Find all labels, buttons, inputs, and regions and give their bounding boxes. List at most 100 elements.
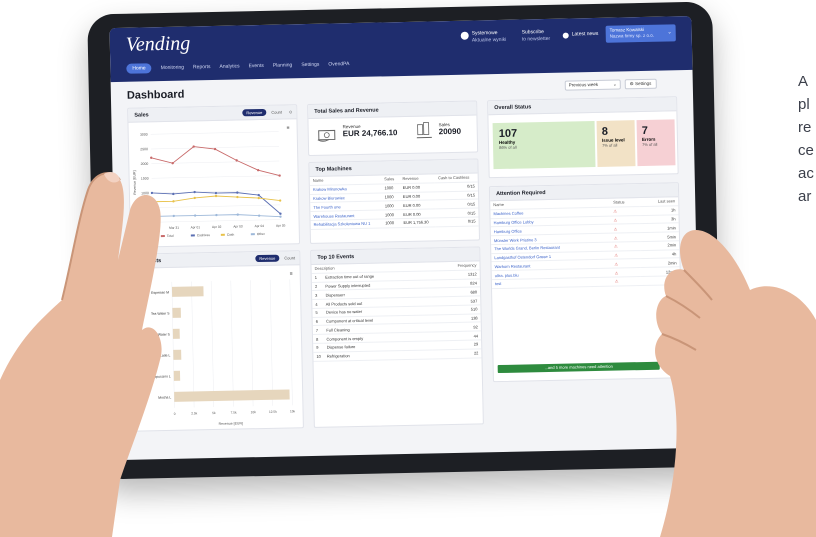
bar[interactable] (172, 328, 180, 339)
bar[interactable] (172, 307, 181, 318)
event-rank: 1 (311, 273, 323, 283)
products-icon (414, 120, 434, 140)
nav-home[interactable]: Home (126, 63, 152, 74)
x-tick-label: Apr 03 (233, 224, 243, 228)
legend-swatch (190, 234, 195, 237)
nav-events[interactable]: Events (248, 63, 263, 69)
overall-status-header: Overall Status (488, 97, 677, 116)
data-point (278, 199, 282, 202)
bar[interactable] (173, 349, 182, 360)
nav-analytics[interactable]: Analytics (219, 63, 239, 69)
bell-icon (562, 32, 569, 39)
toggle-count[interactable]: Count (282, 254, 297, 261)
legend-label[interactable]: Cash (227, 233, 235, 237)
top-machines-table: Name Sales Revenue Cash to Cashless Krak… (309, 173, 479, 230)
user-company: Nazwa firmy sp. z o.o. (609, 32, 655, 39)
gridline (152, 219, 281, 223)
legend-label[interactable]: Other (257, 232, 266, 236)
event-rank: 4 (312, 299, 323, 309)
machine-sales: 1000 (382, 218, 401, 228)
gridline (289, 279, 293, 406)
legend-swatch (250, 233, 255, 236)
event-rank: 8 (312, 334, 324, 344)
app-logo[interactable]: Vending (126, 32, 191, 56)
chart-menu-icon[interactable]: ≡ (287, 125, 290, 131)
header-subscribe-item[interactable]: Subscribe to newsletter (522, 29, 551, 44)
event-description: Refrigeration (323, 349, 433, 361)
overall-status-card: Overall Status 107 Healthy 86% of all 8 … (487, 96, 679, 179)
gridline (269, 279, 274, 406)
data-point (172, 214, 175, 218)
machine-revenue: EUR 1,756.30 (400, 217, 437, 228)
machine-name[interactable]: test (491, 277, 612, 289)
nav-monitoring[interactable]: Monitoring (161, 65, 184, 71)
machine-sales: 1000 (381, 200, 401, 211)
top-events-card: Top 10 Events Description Frequency 1 Ext… (310, 246, 484, 428)
event-frequency: 22 (432, 348, 482, 359)
x-tick-label: Apr 01 (191, 225, 201, 229)
x-tick-label: 5k (212, 411, 216, 415)
x-tick-label: 2.5k (191, 411, 198, 415)
event-rank: 6 (312, 316, 324, 326)
products-x-axis-label: Revenue [EUR] (219, 421, 243, 426)
x-tick-label: Apr 04 (255, 224, 265, 228)
issues-tile[interactable]: 8 Issue level 7% of all (596, 120, 636, 167)
toggle-count[interactable]: Count (269, 108, 284, 115)
nav-planning[interactable]: Planning (273, 62, 293, 68)
gridline (151, 175, 280, 179)
machine-ratio: 0/15 (435, 216, 479, 227)
healthy-tile[interactable]: 107 Healthy 86% of all (492, 120, 596, 170)
event-rank: 9 (313, 343, 324, 353)
tablet-screen: Vending Systemowe Aktualne wyniki Subscr… (109, 15, 701, 461)
errors-sub: 7% of all (641, 141, 658, 148)
data-point (257, 196, 260, 200)
legend-label[interactable]: Cashless (197, 233, 211, 237)
more-options-icon[interactable]: ⊙ (287, 108, 295, 115)
sales-metric-toggle: Revenue Count ⊙ (242, 108, 295, 117)
toggle-revenue[interactable]: Revenue (242, 108, 267, 117)
legend-swatch (220, 233, 225, 236)
nav-settings[interactable]: Settings (301, 62, 319, 68)
nav-reports[interactable]: Reports (193, 64, 211, 70)
data-point (172, 200, 175, 203)
header-item-sub: to newsletter (521, 35, 551, 43)
chart-menu-icon[interactable]: ≡ (290, 271, 293, 277)
bar[interactable] (173, 370, 181, 381)
products-metric-toggle: Revenue Count (255, 254, 297, 263)
totals-card-header: Total Sales and Revenue (308, 101, 477, 119)
data-point (214, 194, 218, 198)
x-tick-label: Apr 05 (276, 223, 286, 227)
gridline (230, 280, 234, 407)
event-rank: 7 (312, 325, 324, 335)
x-tick-label: 7.5k (231, 411, 238, 415)
app-header: Vending Systemowe Aktualne wyniki Subscr… (109, 15, 693, 83)
page-title: Dashboard (126, 88, 185, 102)
toggle-revenue[interactable]: Revenue (255, 254, 280, 263)
nav-ovendpa[interactable]: OvendPA (328, 61, 349, 67)
gridline (250, 280, 254, 407)
settings-label: Settings (635, 80, 652, 87)
header-item-title: Latest news (571, 30, 599, 38)
event-rank: 3 (312, 290, 323, 300)
bar[interactable] (174, 389, 290, 402)
period-select[interactable]: Previous week ⌄ (564, 79, 621, 91)
machine-name[interactable]: Rehabilitacja Szkoleniowa NU 1 (310, 218, 383, 230)
data-point (193, 214, 197, 217)
header-news-item[interactable]: Latest news (562, 30, 599, 39)
errors-tile[interactable]: 7 Errors 7% of all (636, 119, 676, 167)
revenue-block: Revenue EUR 24,766.10 (343, 123, 398, 138)
settings-button[interactable]: ⚙ Settings (624, 78, 657, 90)
user-account-button[interactable]: Tomasz Kowalski Nazwa firmy sp. z o.o. ⌄ (605, 24, 676, 43)
top-events-table: Description Frequency 1 Extraction time o… (311, 261, 482, 362)
data-point (236, 191, 239, 194)
x-tick-label: Mar 31 (169, 226, 179, 230)
data-point (193, 190, 196, 194)
sales-value: 20090 (438, 126, 462, 137)
bar[interactable] (171, 286, 204, 297)
caption-line: re (798, 119, 812, 136)
chevron-down-icon: ⌄ (667, 29, 672, 36)
data-point (193, 196, 196, 200)
photo-scene: A pl re ce ac ar Vending Systemowe Aktua… (0, 0, 816, 537)
header-status-item[interactable]: Systemowe Aktualne wyniki (460, 30, 507, 45)
totals-card: Total Sales and Revenue Revenue EUR 24,7… (307, 100, 479, 156)
